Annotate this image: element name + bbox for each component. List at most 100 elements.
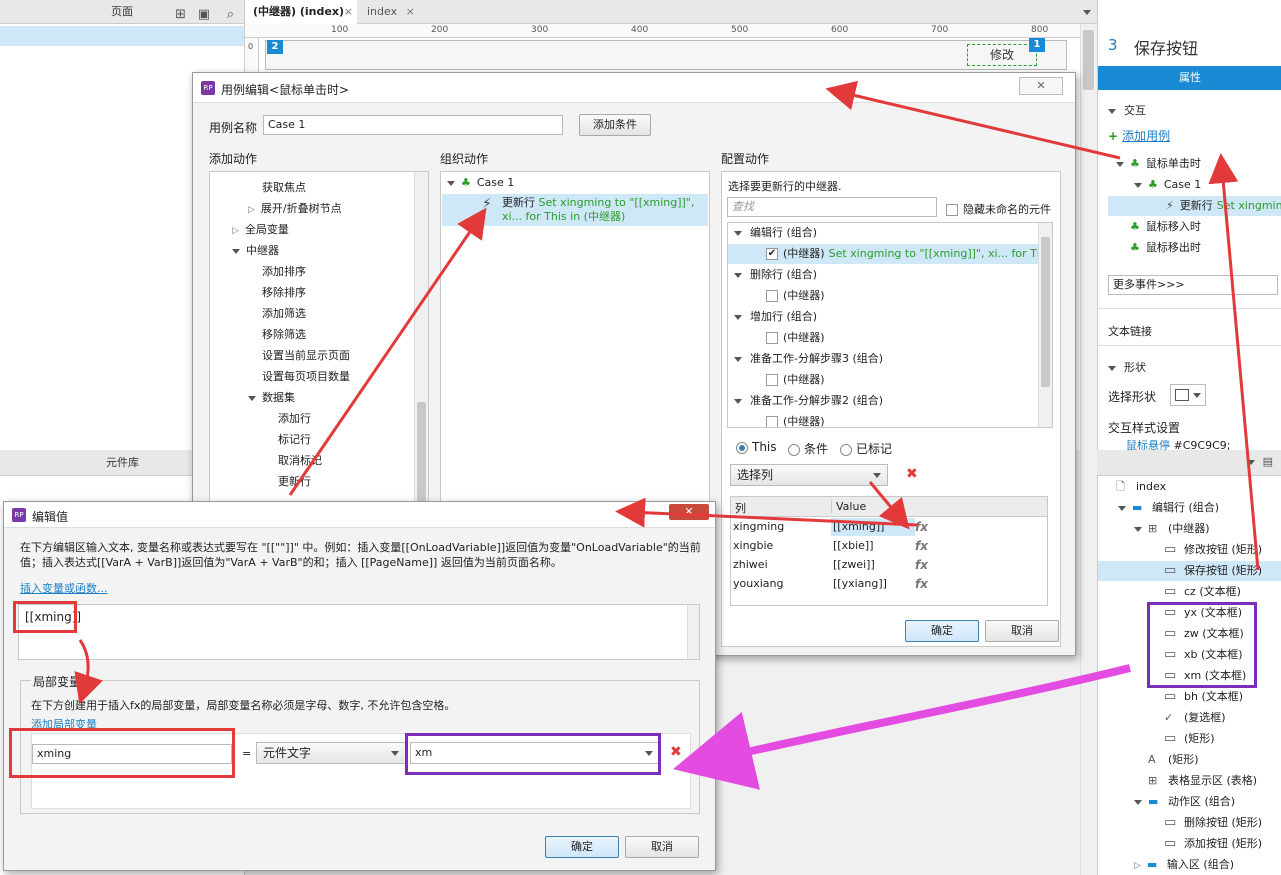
- expand-icon[interactable]: [734, 315, 742, 320]
- table-cell-value[interactable]: [[yxiang]]: [831, 575, 915, 593]
- table-cell-value[interactable]: [[zwei]]: [831, 556, 915, 574]
- outline-item[interactable]: ▭ 保存按钮 (矩形): [1098, 561, 1281, 581]
- filter-icon[interactable]: [1247, 460, 1255, 465]
- outline-item[interactable]: A (矩形): [1098, 750, 1281, 770]
- case-editor-cancel-button[interactable]: 取消: [985, 620, 1059, 642]
- widget-name[interactable]: 保存按钮: [1134, 35, 1198, 59]
- outline-item[interactable]: 🗋 index: [1098, 477, 1281, 497]
- event-item[interactable]: ♣ Case 1: [1098, 175, 1201, 195]
- action-tree-item[interactable]: ▷ 展开/折叠树节点: [248, 200, 342, 216]
- collapse-panel-icon[interactable]: ▤: [1263, 455, 1273, 468]
- fx-icon[interactable]: fx: [915, 520, 928, 534]
- action-tree-item[interactable]: ▷ 全局变量: [232, 221, 289, 237]
- expand-icon[interactable]: [734, 231, 742, 236]
- tab-repeater-index[interactable]: (中继器) (index) ×: [245, 0, 357, 24]
- interactions-section[interactable]: 交互: [1108, 102, 1146, 118]
- edit-value-ok-button[interactable]: 确定: [545, 836, 619, 858]
- target-checkbox[interactable]: [766, 374, 778, 386]
- expand-icon[interactable]: [734, 399, 742, 404]
- outline-item[interactable]: ⊞ 表格显示区 (表格): [1098, 771, 1281, 791]
- target-group-row[interactable]: 准备工作-分解步骤2 (组合): [728, 391, 1038, 411]
- tab-index[interactable]: index ×: [359, 0, 419, 24]
- add-case-link[interactable]: + 添加用例: [1108, 127, 1170, 144]
- edit-button-widget[interactable]: 修改: [967, 44, 1037, 66]
- canvas-scrollbar[interactable]: [1080, 24, 1096, 875]
- action-tree-item[interactable]: 中继器: [232, 242, 279, 258]
- fx-icon[interactable]: fx: [915, 539, 928, 553]
- expand-icon[interactable]: [1134, 800, 1142, 805]
- close-tab-icon[interactable]: ×: [344, 0, 353, 24]
- local-var-type-select[interactable]: 元件文字: [256, 742, 406, 764]
- target-group-row[interactable]: 编辑行 (组合): [728, 223, 1038, 243]
- add-page-icon[interactable]: ⊞: [175, 3, 186, 27]
- target-repeater-row[interactable]: ✔ (中继器) Set xingming to "[[xming]]", xi...…: [728, 244, 1052, 264]
- action-tree-item[interactable]: 添加行: [264, 410, 311, 426]
- target-checkbox[interactable]: ✔: [766, 248, 778, 260]
- more-events-select[interactable]: 更多事件>>>: [1108, 275, 1278, 295]
- local-var-target-select[interactable]: xm: [410, 742, 660, 764]
- shape-picker[interactable]: [1170, 384, 1206, 406]
- expand-icon[interactable]: [232, 249, 240, 254]
- outline-item[interactable]: ▭ bh (文本框): [1098, 687, 1281, 707]
- event-item[interactable]: ♣ 鼠标移出时: [1098, 238, 1201, 258]
- edit-value-cancel-button[interactable]: 取消: [625, 836, 699, 858]
- add-folder-icon[interactable]: ▣: [198, 3, 210, 27]
- action-tree-item[interactable]: 移除筛选: [248, 326, 306, 342]
- expand-icon[interactable]: [248, 396, 256, 401]
- outline-item[interactable]: ▭ 添加按钮 (矩形): [1098, 834, 1281, 854]
- close-tab-icon[interactable]: ×: [406, 0, 415, 24]
- expand-icon[interactable]: [1118, 506, 1126, 511]
- target-repeater-row[interactable]: (中继器): [728, 412, 1038, 427]
- outline-item[interactable]: ▬ 动作区 (组合): [1098, 792, 1281, 812]
- scroll-thumb[interactable]: [1041, 237, 1050, 387]
- hide-unnamed-checkbox[interactable]: 隐藏未命名的元件: [946, 201, 1051, 217]
- action-tree-item[interactable]: 移除排序: [248, 284, 306, 300]
- case-editor-ok-button[interactable]: 确定: [905, 620, 979, 642]
- delete-var-icon[interactable]: ✖: [670, 744, 682, 760]
- event-item[interactable]: ♣ 鼠标移入时: [1098, 217, 1201, 237]
- fx-icon[interactable]: fx: [915, 577, 928, 591]
- delete-icon[interactable]: ✖: [906, 466, 918, 482]
- fx-icon[interactable]: fx: [915, 558, 928, 572]
- outline-item[interactable]: ▷ ▬ 输入区 (组合): [1098, 855, 1281, 875]
- radio-condition[interactable]: 条件: [788, 440, 828, 457]
- outline-item[interactable]: ▭ cz (文本框): [1098, 582, 1281, 602]
- target-repeater-row[interactable]: (中继器): [728, 328, 1038, 348]
- outline-item[interactable]: ⊞ (中继器): [1098, 519, 1281, 539]
- pages-selected-row[interactable]: [0, 26, 244, 46]
- outline-item[interactable]: ▭ (矩形): [1098, 729, 1281, 749]
- add-condition-button[interactable]: 添加条件: [579, 114, 651, 136]
- outline-item[interactable]: ✓ (复选框): [1098, 708, 1281, 728]
- action-tree-item[interactable]: 设置当前显示页面: [248, 347, 350, 363]
- target-group-row[interactable]: 删除行 (组合): [728, 265, 1038, 285]
- table-cell-column[interactable]: xingbie: [733, 539, 773, 552]
- radio-marked[interactable]: 已标记: [840, 440, 892, 457]
- action-tree-item[interactable]: 取消标记: [264, 452, 322, 468]
- table-cell-value[interactable]: [[xbie]]: [831, 537, 915, 555]
- action-tree-item[interactable]: 数据集: [248, 389, 295, 405]
- organize-action-row[interactable]: ⚡ 更新行 Set xingming to "[[xming]]", xi...…: [442, 194, 708, 226]
- search-icon[interactable]: ⌕: [227, 3, 234, 27]
- action-tree-item[interactable]: 设置每页项目数量: [248, 368, 350, 384]
- target-group-row[interactable]: 增加行 (组合): [728, 307, 1038, 327]
- organize-case-row[interactable]: ♣ Case 1: [447, 176, 514, 189]
- outline-item[interactable]: ▬ 编辑行 (组合): [1098, 498, 1281, 518]
- text-link-section[interactable]: 文本链接: [1108, 323, 1152, 339]
- action-tree-item[interactable]: 添加排序: [248, 263, 306, 279]
- target-checkbox[interactable]: [766, 332, 778, 344]
- tab-overflow-icon[interactable]: [1083, 10, 1091, 15]
- outline-item[interactable]: ▭ 删除按钮 (矩形): [1098, 813, 1281, 833]
- shape-section[interactable]: 形状: [1108, 359, 1146, 375]
- expand-icon[interactable]: [734, 273, 742, 278]
- expand-icon[interactable]: [1134, 183, 1142, 188]
- add-local-var-link[interactable]: 添加局部变量: [31, 716, 97, 732]
- expand-icon[interactable]: [1134, 527, 1142, 532]
- close-icon[interactable]: ✕: [1019, 77, 1063, 95]
- expand-icon[interactable]: [734, 357, 742, 362]
- outline-item[interactable]: ▭ yx (文本框): [1098, 603, 1281, 623]
- table-cell-column[interactable]: youxiang: [733, 577, 783, 590]
- target-search-input[interactable]: 查找: [727, 197, 937, 217]
- action-tree-item[interactable]: 添加筛选: [248, 305, 306, 321]
- case-name-input[interactable]: Case 1: [263, 115, 563, 135]
- target-group-row[interactable]: 准备工作-分解步骤3 (组合): [728, 349, 1038, 369]
